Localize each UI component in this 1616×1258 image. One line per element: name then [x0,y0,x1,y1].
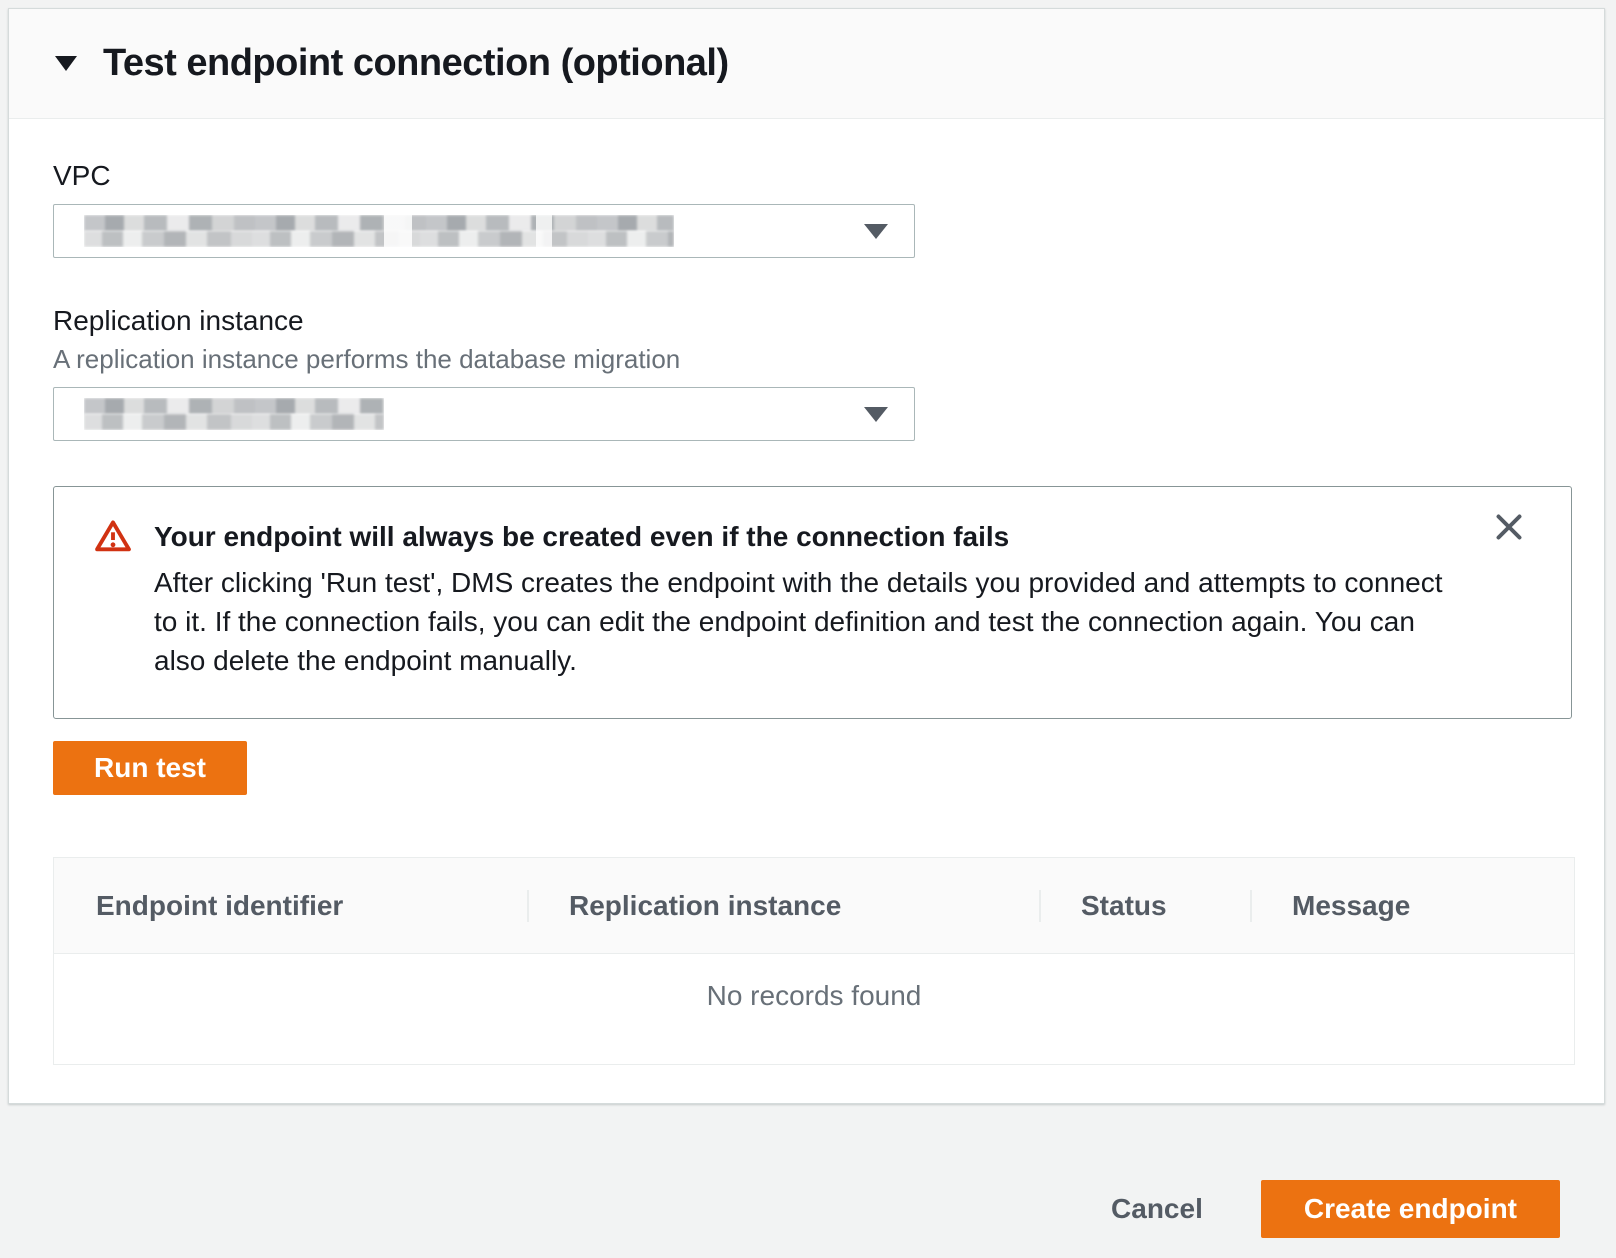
table-empty-state: No records found [54,954,1574,1064]
section-body: VPC Replication instance A replication i… [9,119,1604,1103]
run-test-button[interactable]: Run test [53,741,247,795]
alert-body: After clicking 'Run test', DMS creates t… [154,563,1464,680]
alert-text: Your endpoint will always be created eve… [154,517,1464,680]
replication-instance-label: Replication instance [53,304,1560,337]
vpc-select[interactable] [53,204,915,258]
column-header-endpoint-identifier: Endpoint identifier [54,890,527,922]
warning-triangle-icon [94,519,132,680]
replication-instance-description: A replication instance performs the data… [53,343,1560,375]
vpc-redacted-value [84,215,674,247]
replication-instance-select[interactable] [53,387,915,441]
column-header-status: Status [1039,890,1250,922]
test-endpoint-connection-panel: Test endpoint connection (optional) VPC … [8,8,1605,1104]
replication-instance-field: Replication instance A replication insta… [53,304,1560,441]
connection-results-table: Endpoint identifier Replication instance… [53,857,1575,1065]
create-endpoint-button[interactable]: Create endpoint [1261,1180,1560,1238]
chevron-down-icon[interactable] [864,224,888,239]
endpoint-warning-alert: Your endpoint will always be created eve… [53,486,1572,719]
column-header-replication-instance: Replication instance [527,890,1039,922]
alert-title: Your endpoint will always be created eve… [154,517,1464,557]
section-header-toggle[interactable]: Test endpoint connection (optional) [9,9,1604,119]
column-header-message: Message [1250,890,1574,922]
replication-instance-redacted-value [84,398,384,430]
footer-actions: Cancel Create endpoint [1111,1180,1560,1238]
cancel-button[interactable]: Cancel [1111,1193,1203,1225]
close-icon[interactable] [1493,511,1525,543]
section-title: Test endpoint connection (optional) [103,42,729,85]
collapse-triangle-icon [55,56,77,71]
vpc-field: VPC [53,159,1560,258]
table-header-row: Endpoint identifier Replication instance… [54,858,1574,954]
chevron-down-icon[interactable] [864,407,888,422]
vpc-label: VPC [53,159,1560,192]
